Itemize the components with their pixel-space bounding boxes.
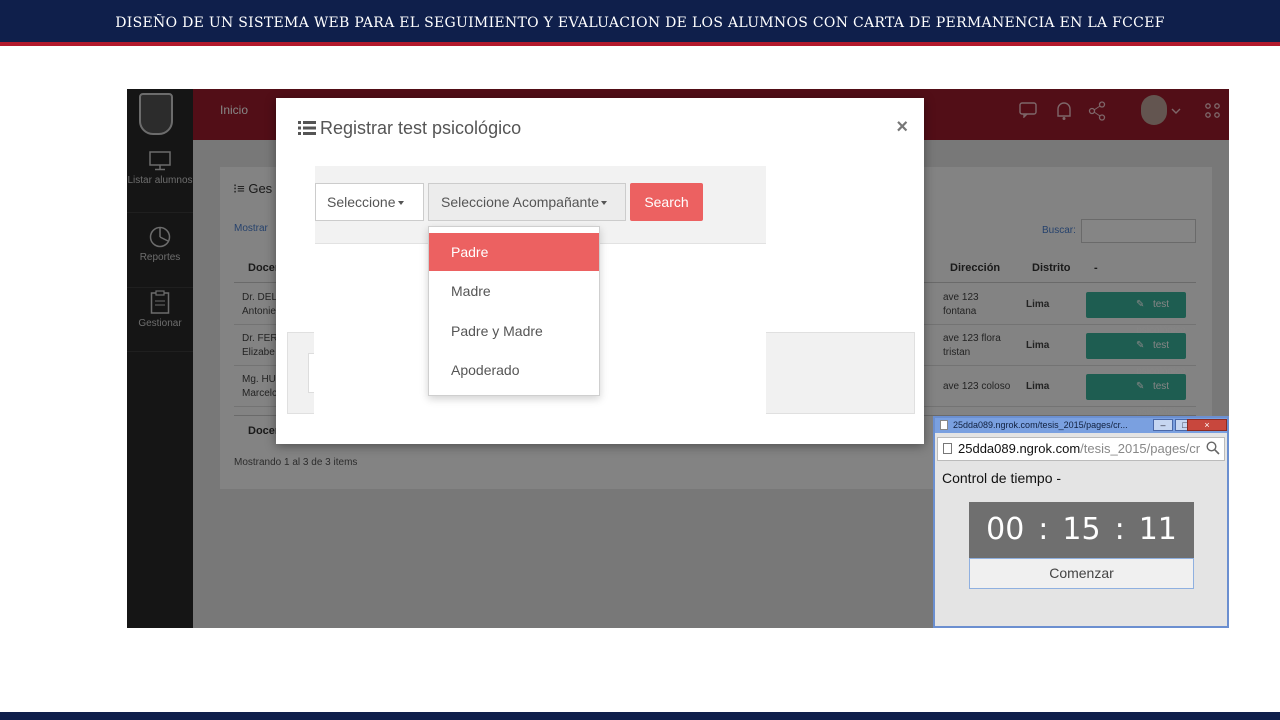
modal-title: Registrar test psicológico <box>298 118 521 139</box>
timer-separator: : <box>1038 512 1049 547</box>
page-icon <box>940 420 948 430</box>
register-test-modal: Registrar test psicológico × Seleccione … <box>276 98 924 444</box>
modal-title-text: Registrar test psicológico <box>320 118 522 138</box>
close-window-button[interactable]: × <box>1187 419 1227 431</box>
dropdown-option-padre[interactable]: Padre <box>429 233 599 271</box>
dropdown-option-apoderado[interactable]: Apoderado <box>429 351 599 389</box>
select-companion[interactable]: Seleccione Acompañante <box>428 183 626 221</box>
caret-down-icon <box>397 201 404 205</box>
select-label: Seleccione Acompañante <box>441 194 599 210</box>
popup-window-title: 25dda089.ngrok.com/tesis_2015/pages/cr..… <box>953 420 1128 430</box>
address-bar[interactable]: 25dda089.ngrok.com/tesis_2015/pages/cr <box>937 437 1225 461</box>
timer-hours: 00 <box>986 512 1025 547</box>
timer-seconds: 11 <box>1138 512 1177 547</box>
url-path: /tesis_2015/pages/cr <box>1080 441 1201 456</box>
timer-minutes: 15 <box>1062 512 1101 547</box>
search-icon[interactable] <box>1206 441 1220 455</box>
caret-down-icon <box>601 201 607 205</box>
countdown-timer: 00:15:11 <box>969 502 1194 558</box>
select-first[interactable]: Seleccione <box>315 183 424 221</box>
timer-separator: : <box>1114 512 1125 547</box>
dropdown-option-madre[interactable]: Madre <box>429 272 599 310</box>
select-label: Seleccione <box>327 194 396 210</box>
url-host: 25dda089.ngrok.com <box>958 441 1081 456</box>
minimize-button[interactable]: – <box>1153 419 1173 431</box>
presentation-slide: DISEÑO DE UN SISTEMA WEB PARA EL SEGUIMI… <box>0 0 1280 720</box>
list-icon <box>298 121 316 135</box>
start-button[interactable]: Comenzar <box>969 558 1194 589</box>
search-button[interactable]: Search <box>630 183 703 221</box>
timer-popup-window: 25dda089.ngrok.com/tesis_2015/pages/cr..… <box>933 416 1229 628</box>
popup-titlebar: 25dda089.ngrok.com/tesis_2015/pages/cr..… <box>935 418 1227 433</box>
slide-footer <box>0 712 1280 720</box>
dropdown-option-padre-y-madre[interactable]: Padre y Madre <box>429 312 599 350</box>
close-icon[interactable]: × <box>896 116 908 139</box>
time-control-label: Control de tiempo - <box>942 470 1062 486</box>
page-icon <box>943 443 952 454</box>
companion-dropdown-menu: Padre Madre Padre y Madre Apoderado <box>428 226 600 396</box>
slide-header: DISEÑO DE UN SISTEMA WEB PARA EL SEGUIMI… <box>0 0 1280 46</box>
